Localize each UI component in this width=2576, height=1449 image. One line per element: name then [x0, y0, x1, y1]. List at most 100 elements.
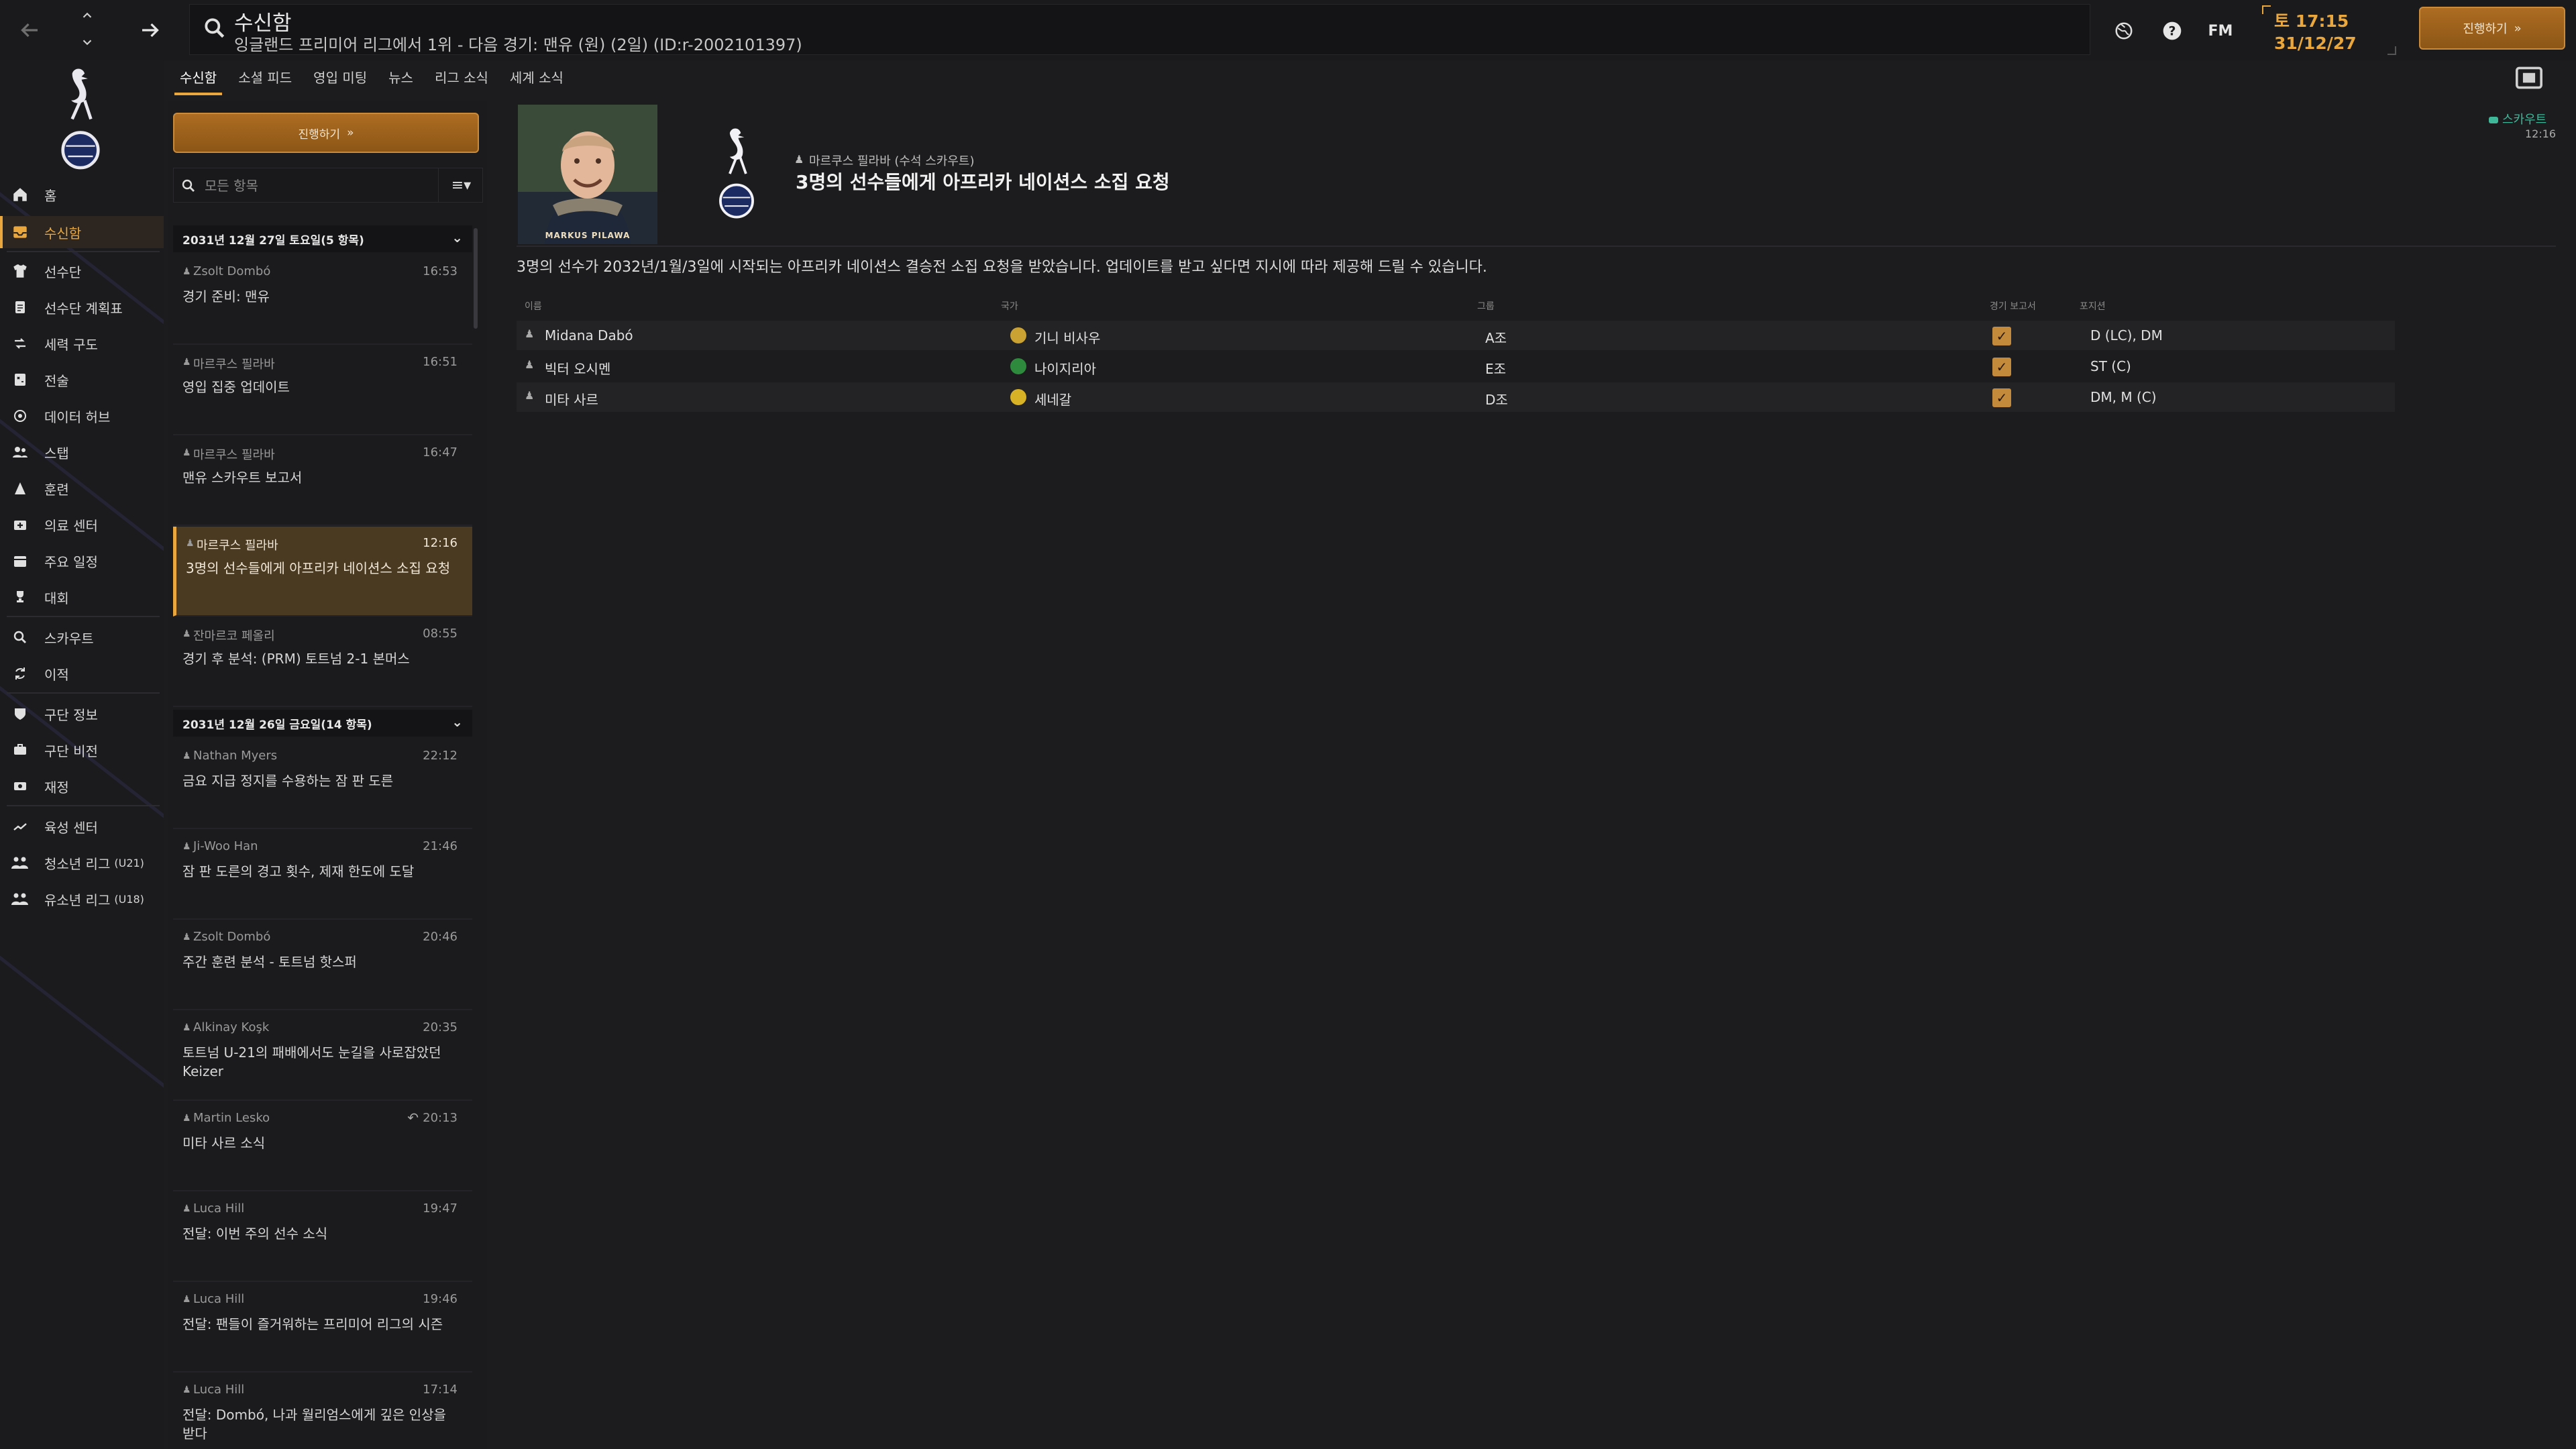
column-header-nation[interactable]: 국가 [1001, 299, 1018, 313]
inbox-scrollbar[interactable] [474, 228, 478, 329]
sidebar-item-inbox[interactable]: 수신함 [0, 216, 164, 248]
tab-world-news[interactable]: 세계 소식 [499, 63, 574, 95]
match-report-checkbox[interactable]: ✓ [1992, 388, 2011, 407]
globe-icon[interactable] [2110, 17, 2137, 44]
table-row[interactable]: ♟ 미타 사르 세네갈 D조 ✓ DM, M (C) [517, 382, 2395, 412]
message-item[interactable]: ♟ 마르쿠스 필라바 16:51 영입 집중 업데이트 [173, 345, 472, 435]
tab-social-feed[interactable]: 소셜 피드 [227, 63, 303, 95]
sidebar-item-label: 수신함 [44, 225, 82, 241]
chevron-down-icon[interactable] [67, 32, 107, 52]
message-item[interactable]: ♟ Ji-Woo Han 21:46 잠 판 도른의 경고 횟수, 제재 한도에… [173, 830, 472, 920]
sidebar-divider [7, 692, 160, 694]
sidebar-item-medical[interactable]: 의료 센터 [0, 508, 164, 541]
sidebar-item-finances[interactable]: 재정 [0, 770, 164, 802]
sidebar-item-transfers[interactable]: 이적 [0, 657, 164, 690]
player-name[interactable]: 미타 사르 [545, 389, 598, 409]
sender-photo[interactable]: MARKUS PILAWA [518, 105, 657, 244]
date-time-display[interactable]: 토 17:15 31/12/27 [2262, 5, 2396, 55]
message-item[interactable]: ♟ Luca Hill 19:46 전달: 팬들이 즐거워하는 프리미어 리그의… [173, 1283, 472, 1373]
message-from[interactable]: 마르쿠스 필라바 (수석 스카우트) [809, 152, 975, 169]
message-time: 17:14 [423, 1383, 458, 1397]
forward-arrow-icon[interactable] [130, 13, 170, 47]
day-group-label: 2031년 12월 26일 금요일(14 항목) [182, 718, 372, 732]
global-search-bar[interactable]: 수신함 잉글랜드 프리미어 리그에서 1위 - 다음 경기: 맨유 (원) (2… [189, 4, 2090, 55]
tab-league-news[interactable]: 리그 소식 [424, 63, 499, 95]
player-name[interactable]: 빅터 오시멘 [545, 358, 610, 378]
sidebar-item-u21[interactable]: 청소년 리그 (U21) [0, 847, 164, 879]
message-item[interactable]: ♟ Zsolt Dombó 16:53 경기 준비: 맨유 [173, 255, 472, 345]
person-icon: ♟ [182, 932, 191, 943]
table-row[interactable]: ♟ Midana Dabó 기니 비사우 A조 ✓ D (LC), DM [517, 321, 2395, 350]
sidebar-item-data-hub[interactable]: 데이터 허브 [0, 400, 164, 432]
tab-recruitment-meeting[interactable]: 영입 미팅 [303, 63, 378, 95]
scout-icon [9, 627, 31, 648]
sidebar-item-u18[interactable]: 유소년 리그 (U18) [0, 883, 164, 915]
tab-news[interactable]: 뉴스 [378, 63, 424, 95]
sidebar-item-scouting[interactable]: 스카우트 [0, 621, 164, 653]
message-subject: 미타 사르 소식 [182, 1135, 266, 1151]
fm-menu-button[interactable]: FM [2203, 17, 2238, 44]
message-item[interactable]: ♟ Martin Lesko ↶ 20:13 미타 사르 소식 [173, 1102, 472, 1191]
match-report-checkbox[interactable]: ✓ [1992, 327, 2011, 345]
sidebar-item-label: 주요 일정 [44, 553, 98, 570]
column-header-position[interactable]: 포지션 [2080, 299, 2106, 313]
day-group-header[interactable]: 2031년 12월 26일 금요일(14 항목) ⌄ [173, 710, 472, 737]
message-item[interactable]: ♟ Luca Hill 19:47 전달: 이번 주의 선수 소식 [173, 1192, 472, 1282]
table-row[interactable]: ♟ 빅터 오시멘 나이지리아 E조 ✓ ST (C) [517, 352, 2395, 381]
person-icon: ♟ [525, 358, 535, 371]
flag-guinea-bissau-icon [1010, 327, 1026, 343]
sidebar-item-club-vision[interactable]: 구단 비전 [0, 734, 164, 766]
message-subject: 맨유 스카우트 보고서 [182, 470, 303, 486]
help-icon[interactable]: ? [2159, 17, 2186, 44]
sidebar-item-staff[interactable]: 스탭 [0, 436, 164, 468]
sidebar-item-home[interactable]: 홈 [0, 178, 164, 211]
column-header-name[interactable]: 이름 [525, 299, 542, 313]
sidebar-item-tactics[interactable]: 전술 [0, 364, 164, 396]
column-header-group[interactable]: 그룹 [1477, 299, 1495, 313]
chevron-up-icon[interactable] [67, 5, 107, 25]
divider [517, 246, 2556, 247]
sidebar-item-dynamics[interactable]: 세력 구도 [0, 327, 164, 360]
column-header-match-report[interactable]: 경기 보고서 [1990, 299, 2036, 313]
sidebar-item-competitions[interactable]: 대회 [0, 581, 164, 613]
sort-menu-icon[interactable]: ≡▾ [438, 168, 484, 202]
sidebar-item-development-centre[interactable]: 육성 센터 [0, 810, 164, 843]
message-time: 22:12 [423, 749, 458, 763]
player-nation[interactable]: 기니 비사우 [1034, 327, 1100, 347]
scout-tag[interactable]: 스카우트 [2489, 110, 2546, 127]
inbox-list: 진행하기 » ≡▾ 2031년 12월 27일 토요일(5 항목) ⌄ ♟ Zs… [168, 101, 487, 1449]
message-subject: 금요 지급 정지를 수용하는 잠 판 도른 [182, 773, 394, 789]
chevron-down-icon: ⌄ [451, 229, 463, 246]
message-item[interactable]: ♟ 잔마르코 페올리 08:55 경기 후 분석: (PRM) 토트넘 2-1 … [173, 617, 472, 707]
message-item[interactable]: ♟ Alkinay Koşk 20:35 토트넘 U-21의 패배에서도 눈길을… [173, 1011, 472, 1101]
sidebar-item-label: 데이터 허브 [44, 409, 111, 425]
photo-caption: MARKUS PILAWA [545, 231, 631, 240]
person-portrait-image [518, 105, 657, 244]
match-report-checkbox[interactable]: ✓ [1992, 358, 2011, 376]
tab-inbox[interactable]: 수신함 [169, 63, 227, 95]
message-item-selected[interactable]: ♟ 마르쿠스 필라바 12:16 3명의 선수들에게 아프리카 네이션스 소집 … [173, 527, 472, 616]
player-nation[interactable]: 나이지리아 [1034, 358, 1096, 378]
message-item[interactable]: ♟ Nathan Myers 22:12 금요 지급 정지를 수용하는 잠 판 … [173, 739, 472, 829]
message-item[interactable]: ♟ Zsolt Dombó 20:46 주간 훈련 분석 - 토트넘 핫스퍼 [173, 920, 472, 1010]
player-nation[interactable]: 세네갈 [1034, 389, 1071, 409]
back-arrow-icon[interactable] [9, 13, 50, 47]
inbox-search-input[interactable] [203, 175, 431, 197]
sidebar-item-label: 유소년 리그 [44, 892, 111, 908]
sidebar-item-squad[interactable]: 선수단 [0, 255, 164, 287]
continue-button[interactable]: 진행하기 » [2419, 7, 2565, 50]
message-item[interactable]: ♟ Luca Hill 17:14 전달: Dombó, 나과 월리엄스에게 깊… [173, 1373, 472, 1449]
day-group-label: 2031년 12월 27일 토요일(5 항목) [182, 233, 364, 248]
screen-capture-icon[interactable] [2514, 64, 2544, 91]
sidebar-item-schedule[interactable]: 주요 일정 [0, 545, 164, 577]
continue-button[interactable]: 진행하기 » [173, 113, 479, 153]
sidebar-item-squad-planner[interactable]: 선수단 계획표 [0, 291, 164, 323]
top-bar: 수신함 잉글랜드 프리미어 리그에서 1위 - 다음 경기: 맨유 (원) (2… [0, 0, 2576, 60]
player-name[interactable]: Midana Dabó [545, 327, 633, 343]
person-icon: ♟ [182, 841, 191, 852]
sidebar-item-club-info[interactable]: 구단 정보 [0, 698, 164, 730]
day-group-header[interactable]: 2031년 12월 27일 토요일(5 항목) ⌄ [173, 225, 472, 252]
message-sender: Luca Hill [193, 1383, 245, 1397]
message-item[interactable]: ♟ 마르쿠스 필라바 16:47 맨유 스카우트 보고서 [173, 436, 472, 526]
sidebar-item-training[interactable]: 훈련 [0, 472, 164, 504]
